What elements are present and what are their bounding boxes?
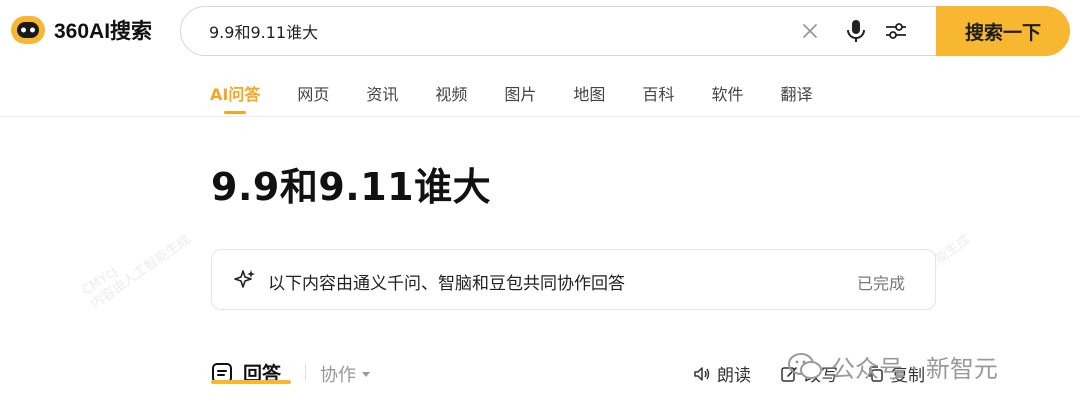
search-box: 搜索一下 [180,6,1070,56]
microphone-icon[interactable] [844,18,868,44]
header-divider [0,116,1080,117]
tab-separator [305,364,306,380]
search-button[interactable]: 搜索一下 [936,6,1070,56]
brand-watermark-text: 公众号 · 新智元 [831,355,998,383]
tab-ai-qa[interactable]: AI问答 [210,82,260,114]
tab-web[interactable]: 网页 [297,82,329,112]
read-aloud-button[interactable]: 朗读 [693,361,751,386]
logo[interactable]: 360AI搜索 [10,12,152,48]
tab-map[interactable]: 地图 [573,82,605,112]
logo-text: 360AI搜索 [54,20,153,43]
tab-images[interactable]: 图片 [504,82,536,112]
collab-label: 协作 [320,365,356,386]
settings-sliders-icon[interactable] [884,20,908,42]
ai-watermark-left: CMYcj 内容由人工智能生成 [79,232,194,312]
status-text: 已完成 [856,274,905,293]
answer-tab-underline [211,380,291,384]
tab-baike[interactable]: 百科 [642,82,674,112]
caret-down-icon [362,371,370,377]
tab-news[interactable]: 资讯 [366,82,398,112]
query-title: 9.9和9.11谁大 [211,165,492,209]
wechat-watermark: 公众号 · 新智元 [787,349,998,384]
collab-dropdown[interactable]: 协作 [320,361,370,387]
collaboration-info-card: 以下内容由通义千问、智脑和豆包共同协作回答 已完成 [211,249,936,310]
tab-software[interactable]: 软件 [711,82,743,112]
search-tabs: AI问答 网页 资讯 视频 图片 地图 百科 软件 翻译 [210,82,849,114]
search-input[interactable] [209,7,769,55]
sparkle-icon [234,270,255,288]
speaker-icon [694,366,710,381]
360-logo-icon [11,16,45,44]
info-text: 以下内容由通义千问、智脑和豆包共同协作回答 [268,274,625,294]
tab-translate[interactable]: 翻译 [780,82,812,112]
tab-video[interactable]: 视频 [435,82,467,112]
clear-icon[interactable] [799,20,821,42]
read-aloud-label: 朗读 [717,366,751,386]
wechat-icon [788,352,822,379]
